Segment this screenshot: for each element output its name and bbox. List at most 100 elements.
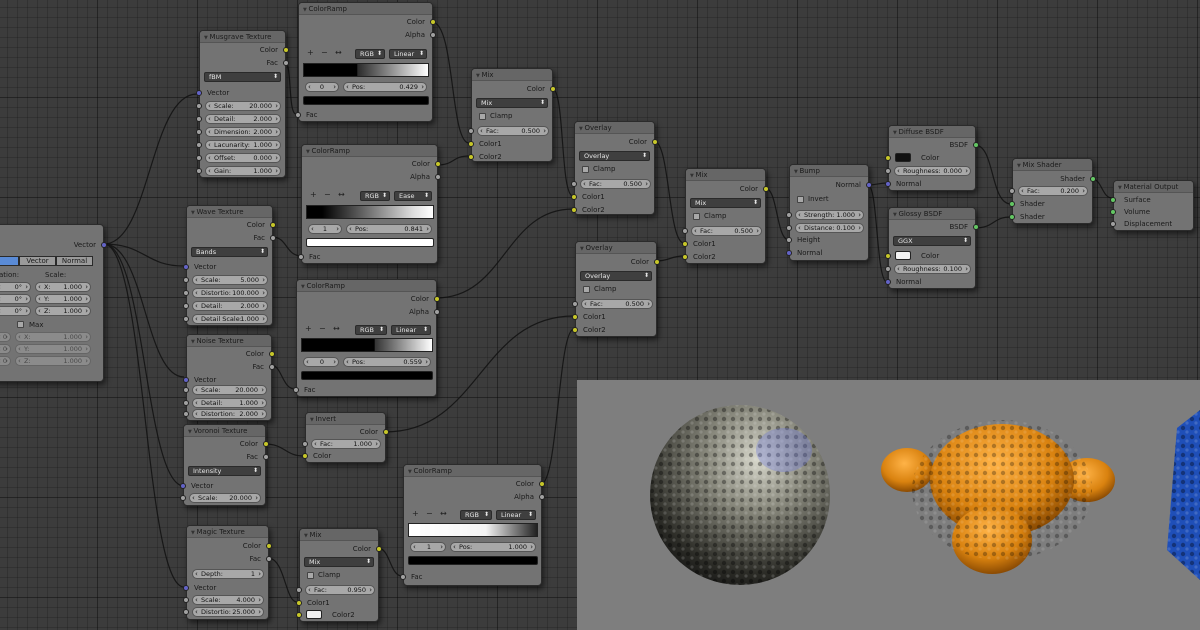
fac-output-socket[interactable]	[266, 556, 272, 562]
roughness-field[interactable]: Roughness:0.100	[894, 264, 971, 274]
distortion-input-socket[interactable]	[183, 411, 189, 417]
distance-input-socket[interactable]	[786, 225, 792, 231]
mix-shader-node[interactable]: Mix Shader Shader Fac:0.200 Shader Shade…	[1009, 158, 1096, 224]
color-ramp-bar[interactable]	[303, 63, 429, 77]
fac-field[interactable]: Fac:0.200	[1018, 186, 1088, 196]
clamp-checkbox[interactable]	[583, 286, 590, 293]
roughness-field[interactable]: Roughness:0.000	[894, 166, 971, 176]
flip-ramp-icon[interactable]: ↔	[440, 509, 447, 521]
color-output-socket[interactable]	[539, 481, 545, 487]
flip-ramp-icon[interactable]: ↔	[333, 324, 340, 336]
height-input-socket[interactable]	[786, 237, 792, 243]
stop-position-field[interactable]: Pos:0.429	[343, 82, 427, 92]
clamp-checkbox[interactable]	[582, 166, 589, 173]
alpha-output-socket[interactable]	[539, 494, 545, 500]
scale-y-field[interactable]: Y:1.000	[35, 294, 91, 304]
node-title[interactable]: ColorRamp	[297, 280, 436, 292]
tab-vector[interactable]: Vector	[19, 256, 56, 266]
colorramp-node-4[interactable]: ColorRamp Color Alpha + − ↔ RGB Linear 1…	[400, 464, 545, 586]
lacunarity-input-socket[interactable]	[196, 142, 202, 148]
node-title[interactable]: Mix Shader	[1013, 159, 1092, 171]
colorramp-node-1[interactable]: ColorRamp Color Alpha + − ↔ RGB Linear 0…	[295, 2, 436, 122]
fac-field[interactable]: Fac:1.000	[311, 439, 381, 449]
clamp-checkbox[interactable]	[693, 213, 700, 220]
wave-texture-node[interactable]: Wave Texture Color Fac Bands Vector Scal…	[183, 205, 276, 326]
rotation-x-field[interactable]: 0°	[0, 282, 31, 292]
color-output-socket[interactable]	[435, 161, 441, 167]
remove-stop-icon[interactable]: −	[324, 190, 331, 202]
colorramp-node-2[interactable]: ColorRamp Color Alpha + − ↔ RGB Ease 1 P…	[298, 144, 441, 264]
color-output-socket[interactable]	[263, 441, 269, 447]
distance-field[interactable]: Distance:0.100	[795, 223, 864, 233]
node-title[interactable]: Voronoi Texture	[184, 425, 265, 437]
color1-input-socket[interactable]	[296, 600, 302, 606]
node-title[interactable]: Mix	[472, 69, 552, 81]
blend-mode-dropdown[interactable]: Overlay	[579, 151, 650, 161]
scale-input-socket[interactable]	[183, 277, 189, 283]
color-output-socket[interactable]	[269, 351, 275, 357]
clamp-checkbox[interactable]	[479, 113, 486, 120]
lacunarity-field[interactable]: Lacunarity:1.000	[205, 140, 281, 150]
invert-checkbox[interactable]	[797, 196, 804, 203]
stop-index-field[interactable]: 1	[410, 542, 446, 552]
node-title[interactable]: ColorRamp	[299, 3, 432, 15]
interpolation-dropdown[interactable]: Linear	[391, 325, 431, 335]
max-checkbox[interactable]	[17, 321, 24, 328]
bsdf-output-socket[interactable]	[973, 224, 979, 230]
max-x-field[interactable]: X:1.000	[15, 332, 91, 342]
invert-node[interactable]: Invert Color Fac:1.000 Color	[302, 412, 389, 463]
node-title[interactable]: Bump	[790, 165, 868, 177]
detail-input-socket[interactable]	[183, 303, 189, 309]
color-ramp-bar[interactable]	[306, 205, 434, 219]
color-output-socket[interactable]	[430, 19, 436, 25]
fac-input-socket[interactable]	[293, 387, 299, 393]
interpolation-dropdown[interactable]: Ease	[394, 191, 432, 201]
blend-mode-dropdown[interactable]: Mix	[476, 98, 548, 108]
fac-input-socket[interactable]	[572, 301, 578, 307]
alpha-output-socket[interactable]	[434, 309, 440, 315]
color2-input-socket[interactable]	[296, 612, 302, 618]
distortion-input-socket[interactable]	[183, 290, 189, 296]
normal-input-socket[interactable]	[885, 181, 891, 187]
tab-normal[interactable]: Normal	[56, 256, 93, 266]
bsdf-output-socket[interactable]	[973, 142, 979, 148]
fac-output-socket[interactable]	[270, 235, 276, 241]
scale-field[interactable]: Scale:5.000	[192, 275, 268, 285]
node-title[interactable]: Mix	[686, 169, 765, 181]
detail-field[interactable]: Detail:1.000	[192, 398, 267, 408]
color-output-socket[interactable]	[376, 546, 382, 552]
fac-field[interactable]: Fac:0.500	[580, 179, 651, 189]
flip-ramp-icon[interactable]: ↔	[338, 190, 345, 202]
voronoi-texture-node[interactable]: Voronoi Texture Color Fac Intensity Vect…	[180, 424, 269, 506]
distribution-dropdown[interactable]: GGX	[893, 236, 971, 246]
fac-input-socket[interactable]	[468, 128, 474, 134]
glossy-bsdf-node[interactable]: Glossy BSDF BSDF GGX Color Roughness:0.1…	[885, 207, 979, 289]
color-swatch[interactable]	[895, 251, 911, 260]
distortion-field[interactable]: Distortio:100.000	[192, 288, 268, 298]
dimension-input-socket[interactable]	[196, 129, 202, 135]
color-output-socket[interactable]	[763, 186, 769, 192]
gain-input-socket[interactable]	[196, 168, 202, 174]
alpha-output-socket[interactable]	[430, 32, 436, 38]
add-stop-icon[interactable]: +	[412, 509, 419, 521]
detail-scale-field[interactable]: Detail Scale:1.000	[192, 314, 268, 324]
min-x-field[interactable]: 0	[0, 332, 11, 342]
distortion-field[interactable]: Distortio:25.000	[192, 607, 264, 617]
blend-mode-dropdown[interactable]: Mix	[304, 557, 374, 567]
node-title[interactable]: Diffuse BSDF	[889, 126, 975, 138]
roughness-input-socket[interactable]	[885, 266, 891, 272]
mix-node-2[interactable]: Mix Color Mix Clamp Fac:0.500 Color1 Col…	[682, 168, 769, 264]
alpha-output-socket[interactable]	[435, 174, 441, 180]
color1-input-socket[interactable]	[571, 194, 577, 200]
stop-color-swatch[interactable]	[301, 371, 433, 380]
gain-field[interactable]: Gain:1.000	[205, 166, 281, 176]
fac-field[interactable]: Fac:0.950	[305, 585, 375, 595]
add-stop-icon[interactable]: +	[310, 190, 317, 202]
dimension-field[interactable]: Dimension:2.000	[205, 127, 281, 137]
color1-input-socket[interactable]	[682, 241, 688, 247]
fac-output-socket[interactable]	[269, 364, 275, 370]
stop-color-swatch[interactable]	[303, 96, 429, 105]
color-mode-dropdown[interactable]: RGB	[360, 191, 390, 201]
fac-field[interactable]: Fac:0.500	[477, 126, 549, 136]
color-output-socket[interactable]	[550, 86, 556, 92]
